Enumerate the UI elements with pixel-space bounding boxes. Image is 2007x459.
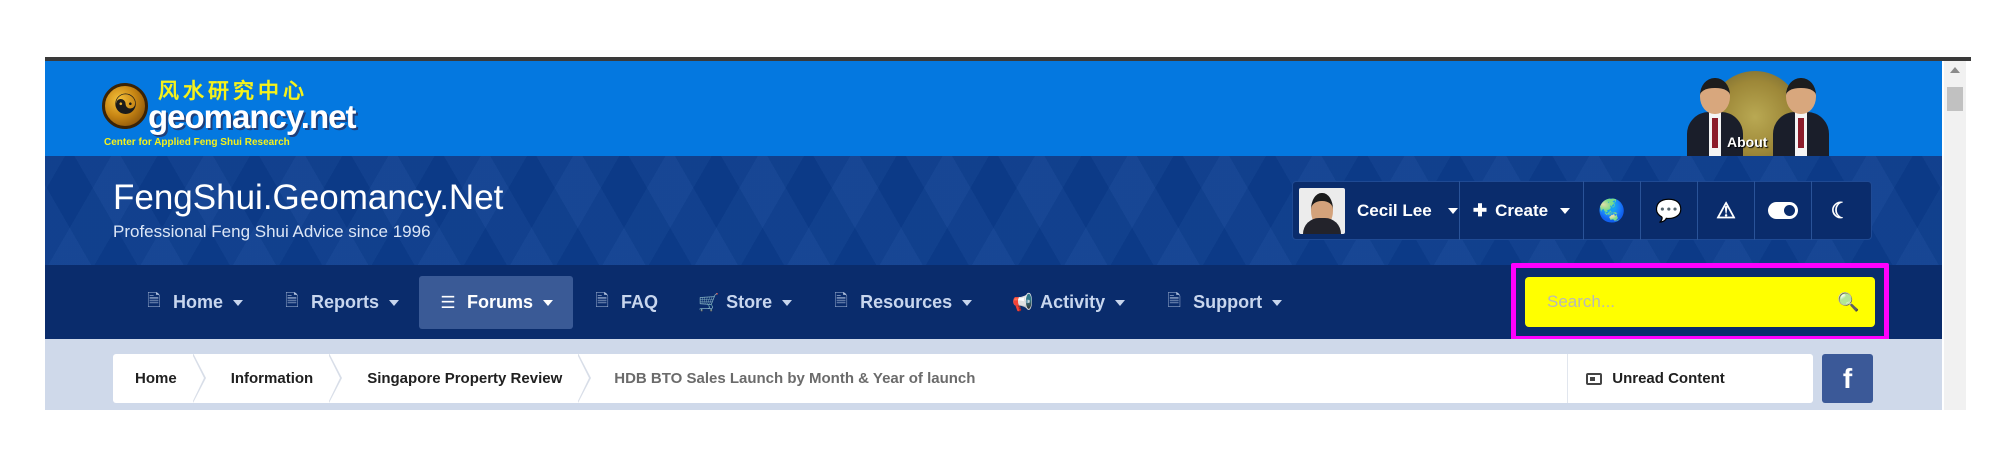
user-bar: Cecil Lee ✚ Create 🌏 💬 ⚠ ☾ xyxy=(1292,181,1872,240)
user-menu-button[interactable]: Cecil Lee xyxy=(1293,181,1460,240)
nav-item-label: Home xyxy=(173,292,224,312)
breadcrumb-separator xyxy=(191,353,207,403)
facebook-icon: f xyxy=(1842,362,1853,394)
nav-item-reports[interactable]: 🗎 Reports xyxy=(263,276,419,329)
nav-items: 🗎 Home 🗎 Reports ☰ Forums 🗎 FAQ 🛒 Store 🗎 Resources… xyxy=(125,276,1302,329)
toggle-icon xyxy=(1768,202,1798,219)
chevron-down-icon xyxy=(1272,299,1283,306)
chevron-down-icon xyxy=(233,299,244,306)
document-icon: 🗎 xyxy=(595,291,609,310)
search-highlight: 🔍 xyxy=(1511,263,1889,341)
unread-content-label: Unread Content xyxy=(1612,370,1725,387)
scroll-thumb[interactable] xyxy=(1947,87,1963,111)
messages-button[interactable]: 💬 xyxy=(1641,181,1698,240)
breadcrumb-label: Home xyxy=(135,370,177,387)
chevron-down-icon xyxy=(1560,207,1571,214)
nav-item-faq[interactable]: 🗎 FAQ xyxy=(573,276,678,329)
brand-bar: 风水研究中心 geomancy.net Center for Applied F… xyxy=(45,61,1942,163)
site-header: FengShui.Geomancy.Net Professional Feng … xyxy=(45,156,1942,265)
plus-icon: ✚ xyxy=(1472,200,1488,220)
moon-icon: ☾ xyxy=(1830,197,1851,223)
nav-item-resources[interactable]: 🗎 Resources xyxy=(812,276,992,329)
language-button[interactable]: 🌏 xyxy=(1584,181,1641,240)
breadcrumb-item[interactable]: Information xyxy=(207,353,344,403)
document-icon: 🗎 xyxy=(147,291,161,310)
create-label: Create xyxy=(1495,200,1549,220)
nav-item-label: Reports xyxy=(311,292,380,312)
unread-content-button[interactable]: Unread Content xyxy=(1567,354,1743,403)
chevron-down-icon xyxy=(389,299,400,306)
breadcrumb-label: Information xyxy=(230,370,314,387)
scroll-up-icon[interactable] xyxy=(1950,67,1960,73)
about-person-right xyxy=(1773,74,1829,156)
document-icon: 🗎 xyxy=(285,291,299,310)
chevron-down-icon xyxy=(1447,207,1458,214)
dark-mode-button[interactable]: ☾ xyxy=(1812,181,1869,240)
breadcrumb-item[interactable]: Home xyxy=(113,353,207,403)
search-icon[interactable]: 🔍 xyxy=(1837,292,1859,312)
site-title[interactable]: FengShui.Geomancy.Net xyxy=(113,178,503,218)
breadcrumb-separator xyxy=(577,353,592,403)
about-label: About xyxy=(1727,134,1768,150)
chevron-down-icon xyxy=(1115,299,1126,306)
chevron-down-icon xyxy=(543,299,554,306)
nav-item-home[interactable]: 🗎 Home xyxy=(125,276,263,329)
nav-item-label: Store xyxy=(726,292,773,312)
avatar xyxy=(1299,187,1345,234)
nav-item-support[interactable]: 🗎 Support xyxy=(1145,276,1302,329)
yin-yang-icon xyxy=(102,83,148,129)
search-input[interactable] xyxy=(1547,292,1837,312)
logo-wordmark: geomancy.net xyxy=(148,98,356,135)
chat-icon: 💬 xyxy=(1655,197,1683,223)
breadcrumb: Home Information Singapore Property Review… xyxy=(113,353,1813,403)
create-button[interactable]: ✚ Create xyxy=(1460,181,1584,240)
breadcrumb-band: Home Information Singapore Property Review… xyxy=(45,339,1942,410)
nav-item-label: Resources xyxy=(860,292,953,312)
breadcrumb-separator xyxy=(328,353,343,403)
warning-icon: ⚠ xyxy=(1716,197,1736,223)
nav-item-label: Forums xyxy=(467,292,534,312)
nav-item-store[interactable]: 🛒 Store xyxy=(678,276,812,329)
nav-item-label: Activity xyxy=(1040,292,1106,312)
about-link[interactable]: About xyxy=(1671,69,1845,163)
cart-icon: 🛒 xyxy=(698,292,720,312)
list-icon: ☰ xyxy=(440,292,456,312)
nav-item-forums[interactable]: ☰ Forums xyxy=(419,276,574,329)
newspaper-icon xyxy=(1586,372,1603,385)
main-nav: 🗎 Home 🗎 Reports ☰ Forums 🗎 FAQ 🛒 Store 🗎 Resources… xyxy=(45,263,1942,341)
nav-item-label: FAQ xyxy=(621,292,659,312)
site-logo[interactable]: 风水研究中心 geomancy.net Center for Applied F… xyxy=(102,75,356,148)
nav-item-activity[interactable]: 📢 Activity xyxy=(992,276,1145,329)
username-label: Cecil Lee xyxy=(1357,200,1432,220)
theme-toggle-button[interactable] xyxy=(1755,181,1812,240)
search-box[interactable]: 🔍 xyxy=(1525,277,1875,327)
chevron-down-icon xyxy=(962,299,973,306)
megaphone-icon: 📢 xyxy=(1012,292,1034,312)
document-icon: 🗎 xyxy=(834,291,848,310)
breadcrumb-current: HDB BTO Sales Launch by Month & Year of … xyxy=(614,370,976,387)
logo-subtitle: Center for Applied Feng Shui Research xyxy=(104,137,290,148)
breadcrumb-label: Singapore Property Review xyxy=(367,370,563,387)
scrollbar[interactable] xyxy=(1944,61,1966,410)
site-tagline: Professional Feng Shui Advice since 1996 xyxy=(113,222,431,241)
nav-item-label: Support xyxy=(1193,292,1263,312)
document-icon: 🗎 xyxy=(1167,291,1181,310)
chevron-down-icon xyxy=(782,299,793,306)
page-frame: 风水研究中心 geomancy.net Center for Applied F… xyxy=(45,57,1971,410)
notifications-button[interactable]: ⚠ xyxy=(1698,181,1755,240)
facebook-button[interactable]: f xyxy=(1822,354,1873,403)
globe-icon: 🌏 xyxy=(1598,197,1626,223)
breadcrumb-item[interactable]: Singapore Property Review xyxy=(343,353,592,403)
